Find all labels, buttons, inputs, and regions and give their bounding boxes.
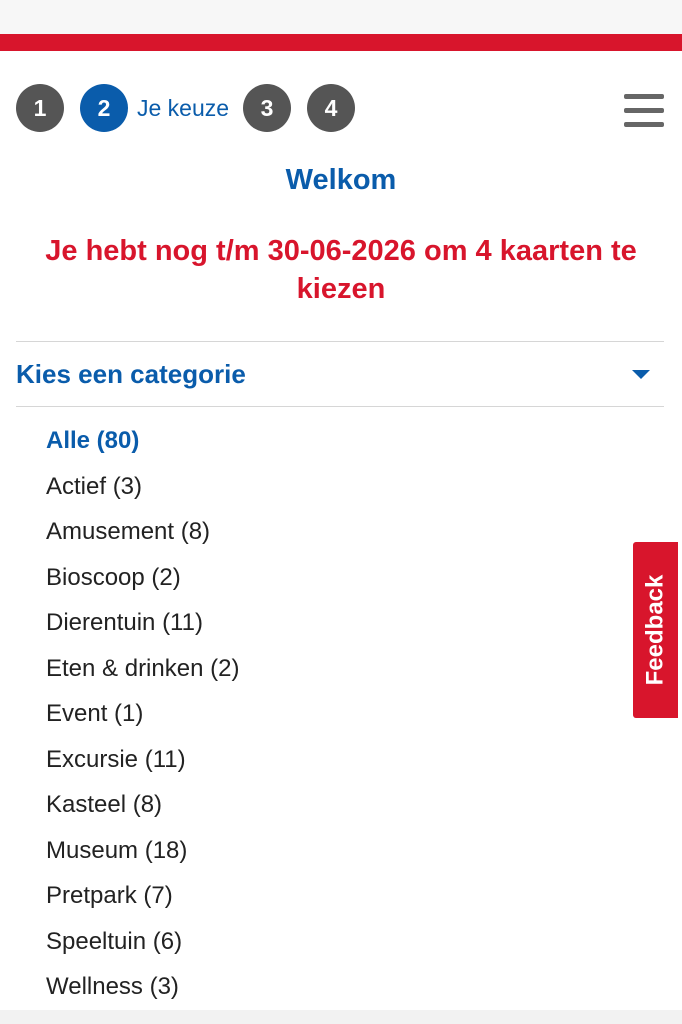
step-indicator: 1 2 Je keuze 3 4 — [16, 84, 356, 132]
category-dropdown[interactable]: Kies een categorie — [16, 341, 664, 407]
hamburger-menu-icon[interactable] — [624, 94, 664, 128]
category-item-speeltuin[interactable]: Speeltuin (6) — [46, 919, 239, 965]
feedback-button[interactable]: Feedback — [633, 542, 678, 718]
category-item-wellness[interactable]: Wellness (3) — [46, 964, 239, 1010]
category-item-kasteel[interactable]: Kasteel (8) — [46, 782, 239, 828]
step-2-label: Je keuze — [137, 94, 230, 121]
feedback-label: Feedback — [641, 574, 669, 686]
category-dropdown-label: Kies een categorie — [16, 358, 246, 389]
step-4[interactable]: 4 — [307, 84, 356, 132]
caret-down-icon — [632, 369, 650, 379]
category-item-museum[interactable]: Museum (18) — [46, 828, 239, 874]
cards-remaining-notice: Je hebt nog t/m 30-06-2026 om 4 kaarten … — [45, 235, 637, 305]
category-item-amusement[interactable]: Amusement (8) — [46, 509, 239, 555]
step-2-active[interactable]: 2 — [80, 84, 128, 132]
category-list: Alle (80) Actief (3) Amusement (8) Biosc… — [46, 418, 239, 1010]
category-item-bioscoop[interactable]: Bioscoop (2) — [46, 555, 239, 601]
step-1[interactable]: 1 — [16, 84, 64, 132]
brand-bar — [0, 34, 682, 51]
category-item-eten-drinken[interactable]: Eten & drinken (2) — [46, 646, 239, 692]
welcome-title: Welkom — [285, 164, 397, 196]
category-item-actief[interactable]: Actief (3) — [46, 464, 239, 510]
bottom-strip — [0, 1010, 682, 1024]
category-item-dierentuin[interactable]: Dierentuin (11) — [46, 600, 239, 646]
category-item-event[interactable]: Event (1) — [46, 691, 239, 737]
top-strip — [0, 0, 682, 34]
step-3[interactable]: 3 — [243, 84, 292, 132]
category-item-excursie[interactable]: Excursie (11) — [46, 737, 239, 783]
category-item-alle[interactable]: Alle (80) — [46, 418, 239, 464]
category-item-pretpark[interactable]: Pretpark (7) — [46, 873, 239, 919]
